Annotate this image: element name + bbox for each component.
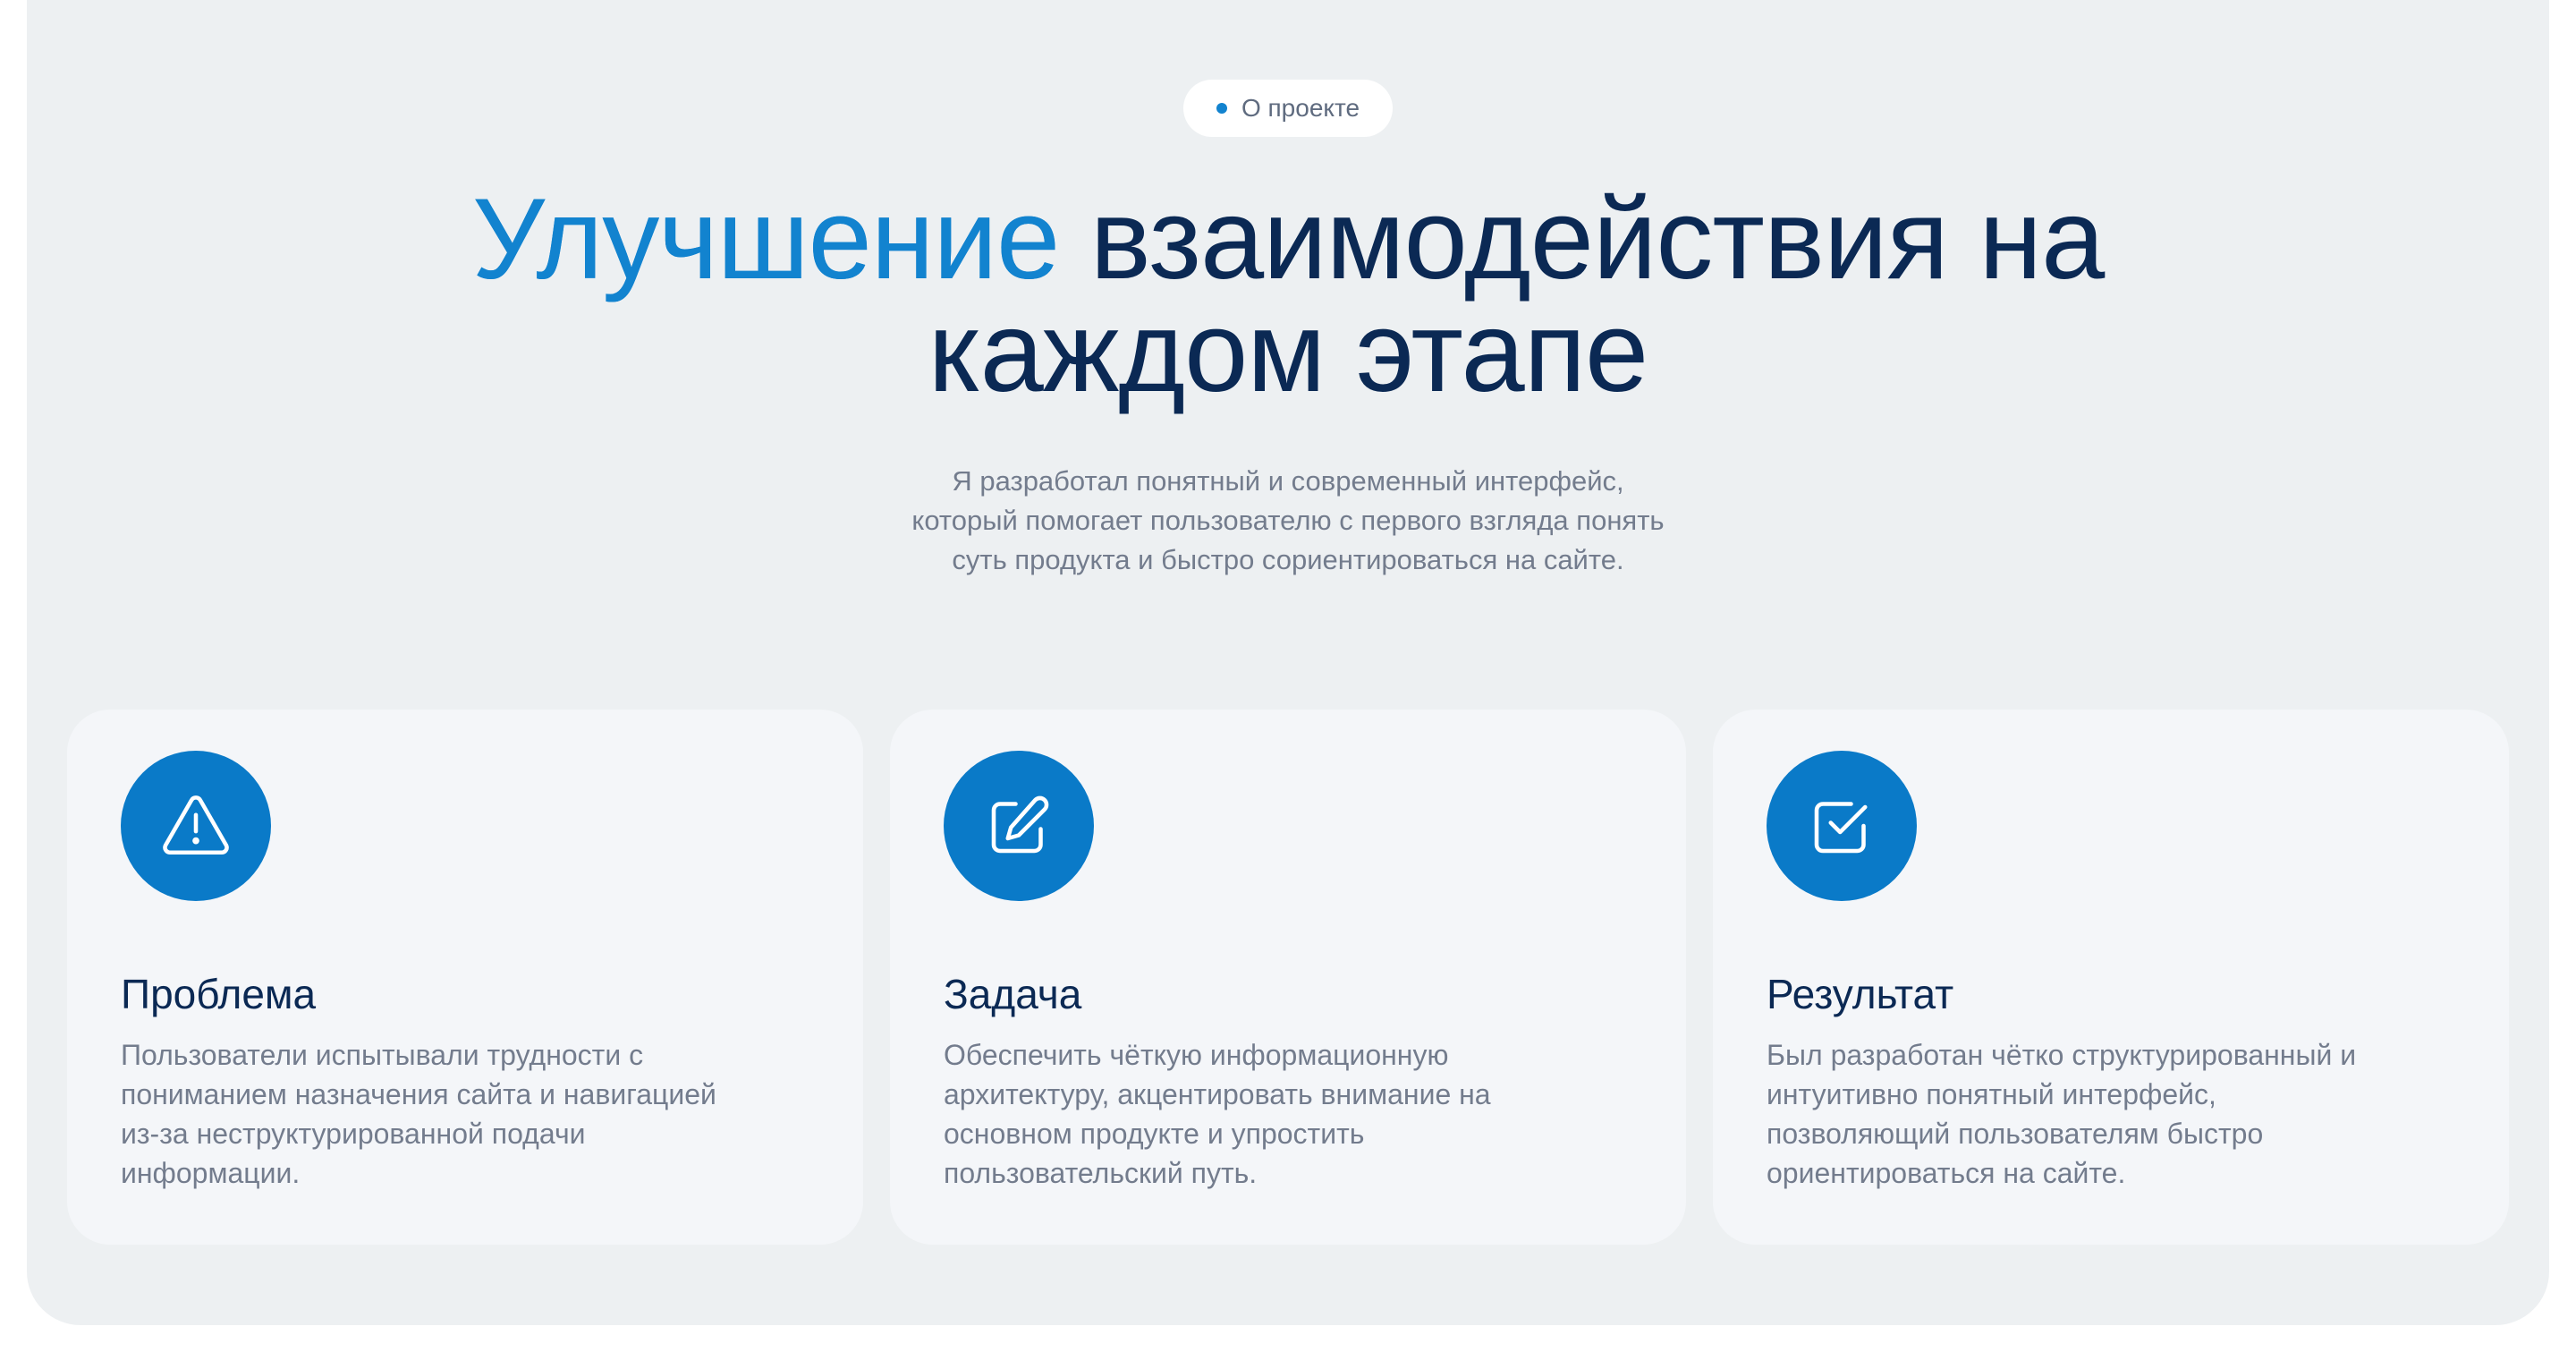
card-description-line: Был разработан чётко структурированный и — [1767, 1039, 2357, 1071]
card-description-line: Обеспечить чёткую информационную — [944, 1039, 1449, 1071]
card-task: Задача Обеспечить чёткую информационную … — [890, 710, 1686, 1245]
card-description-line: пользовательский путь. — [944, 1157, 1258, 1189]
card-result: Результат Был разработан чётко структури… — [1713, 710, 2509, 1245]
card-description-line: информации. — [121, 1157, 301, 1189]
card-description-line: пониманием назначения сайта и навигацией — [121, 1078, 716, 1110]
card-title: Проблема — [121, 971, 317, 1017]
edit-pencil-icon — [991, 795, 1049, 854]
subtitle-line: который помогает пользователю с первого … — [911, 505, 1665, 536]
card-description: Был разработан чётко структурированный и… — [1767, 1035, 2464, 1193]
card-icon-circle — [944, 751, 1094, 901]
card-description-line: Пользователи испытывали трудности с — [121, 1039, 644, 1071]
card-icon-circle — [121, 751, 271, 901]
page-title-line1-rest: взаимодействия на — [1059, 175, 2106, 303]
badge-label: О проекте — [1241, 94, 1360, 122]
card-title: Задача — [944, 971, 1082, 1017]
about-project-badge: О проекте — [1183, 80, 1393, 137]
page-subtitle: Я разработал понятный и современный инте… — [841, 462, 1735, 580]
card-title: Результат — [1767, 971, 1954, 1017]
card-icon-circle — [1767, 751, 1917, 901]
subtitle-line: суть продукта и быстро сориентироваться … — [952, 544, 1624, 575]
subtitle-line: Я разработал понятный и современный инте… — [952, 465, 1624, 497]
card-description-line: ориентироваться на сайте. — [1767, 1157, 2126, 1189]
card-description-line: основном продукте и упростить — [944, 1118, 1365, 1150]
page-title-accent: Улучшение — [471, 175, 1060, 303]
card-description-line: позволяющий пользователям быстро — [1767, 1118, 2264, 1150]
page-title: Улучшение взаимодействия на каждом этапе — [0, 183, 2576, 410]
checkbox-checked-icon — [1814, 802, 1868, 854]
card-description: Обеспечить чёткую информационную архитек… — [944, 1035, 1641, 1193]
card-description: Пользователи испытывали трудности с пони… — [121, 1035, 818, 1193]
warning-triangle-icon — [163, 795, 229, 855]
card-description-line: архитектуру, акцентировать внимание на — [944, 1078, 1491, 1110]
card-description-line: интуитивно понятный интерфейс, — [1767, 1078, 2216, 1110]
page-title-line2: каждом этапе — [928, 288, 1648, 416]
card-problem: Проблема Пользователи испытывали труднос… — [67, 710, 863, 1245]
card-description-line: из-за неструктурированной подачи — [121, 1118, 586, 1150]
badge-dot-icon — [1216, 103, 1227, 114]
